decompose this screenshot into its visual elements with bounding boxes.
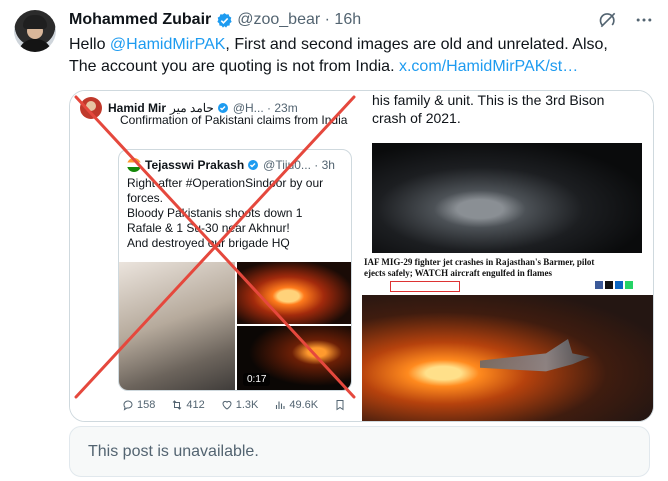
quote-author-name: Tejasswi Prakash (145, 158, 245, 172)
separator-dot: · (320, 11, 335, 28)
quote-line: forces. (127, 191, 164, 205)
grok-icon[interactable] (598, 10, 618, 30)
right-text-line: his family & unit. This is the 3rd Bison (372, 92, 605, 108)
night-wreckage-image (372, 143, 642, 253)
text-part: , First and second images are old and un… (225, 36, 608, 53)
quote-line: Rafale & 1 Su-30 near Akhnur! (127, 221, 290, 235)
author-handle[interactable]: @zoo_bear (237, 11, 320, 29)
url-link[interactable]: x.com/HamidMirPAK/st… (399, 58, 578, 75)
repost-icon (173, 400, 182, 410)
linkedin-icon (615, 281, 623, 289)
like-stat: 1.3K (221, 399, 259, 411)
more-icon[interactable] (634, 10, 654, 30)
left-screenshot: Hamid Mir حامد میر @H... · 23m Confirmat… (70, 91, 373, 421)
views-count: 49.6K (289, 399, 319, 411)
quote-line: And destroyed our brigade HQ (127, 236, 290, 250)
views-stat: 49.6K (274, 399, 318, 411)
tweet-header: Mohammed Zubair @zoo_bear · 16h (69, 10, 361, 30)
heart-icon (222, 400, 232, 410)
avatar[interactable] (14, 10, 56, 52)
quote-text: Right after #OperationSindoor by our for… (127, 176, 347, 251)
social-icons (595, 281, 633, 289)
quoted-tweet: Tejasswi Prakash @Tiju0... · 3h Right af… (118, 149, 352, 391)
news-headline: IAF MIG-29 fighter jet crashes in Rajast… (362, 257, 653, 293)
right-text-line: crash of 2021. (372, 110, 461, 126)
quote-line: Right after #OperationSindoor by our (127, 176, 324, 190)
mention-link[interactable]: @HamidMirPAK (110, 36, 226, 53)
tweet-text: Hello @HamidMirPAK, First and second ima… (69, 34, 649, 78)
text-part: The account you are quoting is not from … (69, 58, 399, 75)
bookmark-icon (336, 400, 344, 411)
unavailable-post-card: This post is unavailable. (69, 426, 650, 477)
reply-stat: 158 (122, 399, 155, 411)
flag-avatar (127, 158, 141, 172)
verified-badge-icon (217, 12, 232, 28)
reply-icon (123, 400, 133, 411)
reply-count: 158 (137, 399, 156, 411)
views-icon (276, 401, 285, 409)
video-duration: 0:17 (243, 373, 271, 386)
verified-badge-icon (248, 160, 259, 170)
x-icon (605, 281, 613, 289)
media-image[interactable]: Hamid Mir حامد میر @H... · 23m Confirmat… (69, 90, 654, 422)
repost-count: 412 (186, 399, 205, 411)
right-screenshot: his family & unit. This is the 3rd Bison… (362, 91, 653, 421)
inner-stats: 158 412 1.3K 49.6K (122, 399, 374, 411)
inner-avatar (80, 97, 102, 119)
facebook-icon (595, 281, 603, 289)
repost-stat: 412 (171, 399, 205, 411)
quote-line: Bloody Pakistanis shoots down 1 (127, 206, 303, 220)
headline-text: IAF MIG-29 fighter jet crashes in Rajast… (364, 257, 632, 279)
quote-image-fire (237, 262, 351, 324)
headline-line: IAF MIG-29 fighter jet crashes in Rajast… (364, 257, 595, 267)
quote-header: Tejasswi Prakash @Tiju0... · 3h (127, 158, 335, 172)
headline-line: ejects safely; WATCH aircraft engulfed i… (364, 268, 552, 278)
header-actions (598, 10, 654, 30)
quote-author-meta: @Tiju0... · 3h (263, 158, 335, 172)
highlight-box (390, 281, 460, 292)
post-time[interactable]: 16h (334, 11, 361, 29)
whatsapp-icon (625, 281, 633, 289)
like-count: 1.3K (235, 399, 259, 411)
inner-text: Confirmation of Pakistani claims from In… (120, 113, 348, 127)
right-text: his family & unit. This is the 3rd Bison… (372, 91, 642, 127)
author-name[interactable]: Mohammed Zubair (69, 11, 211, 29)
text-part: Hello (69, 36, 110, 53)
quote-image-wreckage (119, 262, 235, 390)
quote-video-thumbnail: 0:17 (237, 326, 351, 390)
